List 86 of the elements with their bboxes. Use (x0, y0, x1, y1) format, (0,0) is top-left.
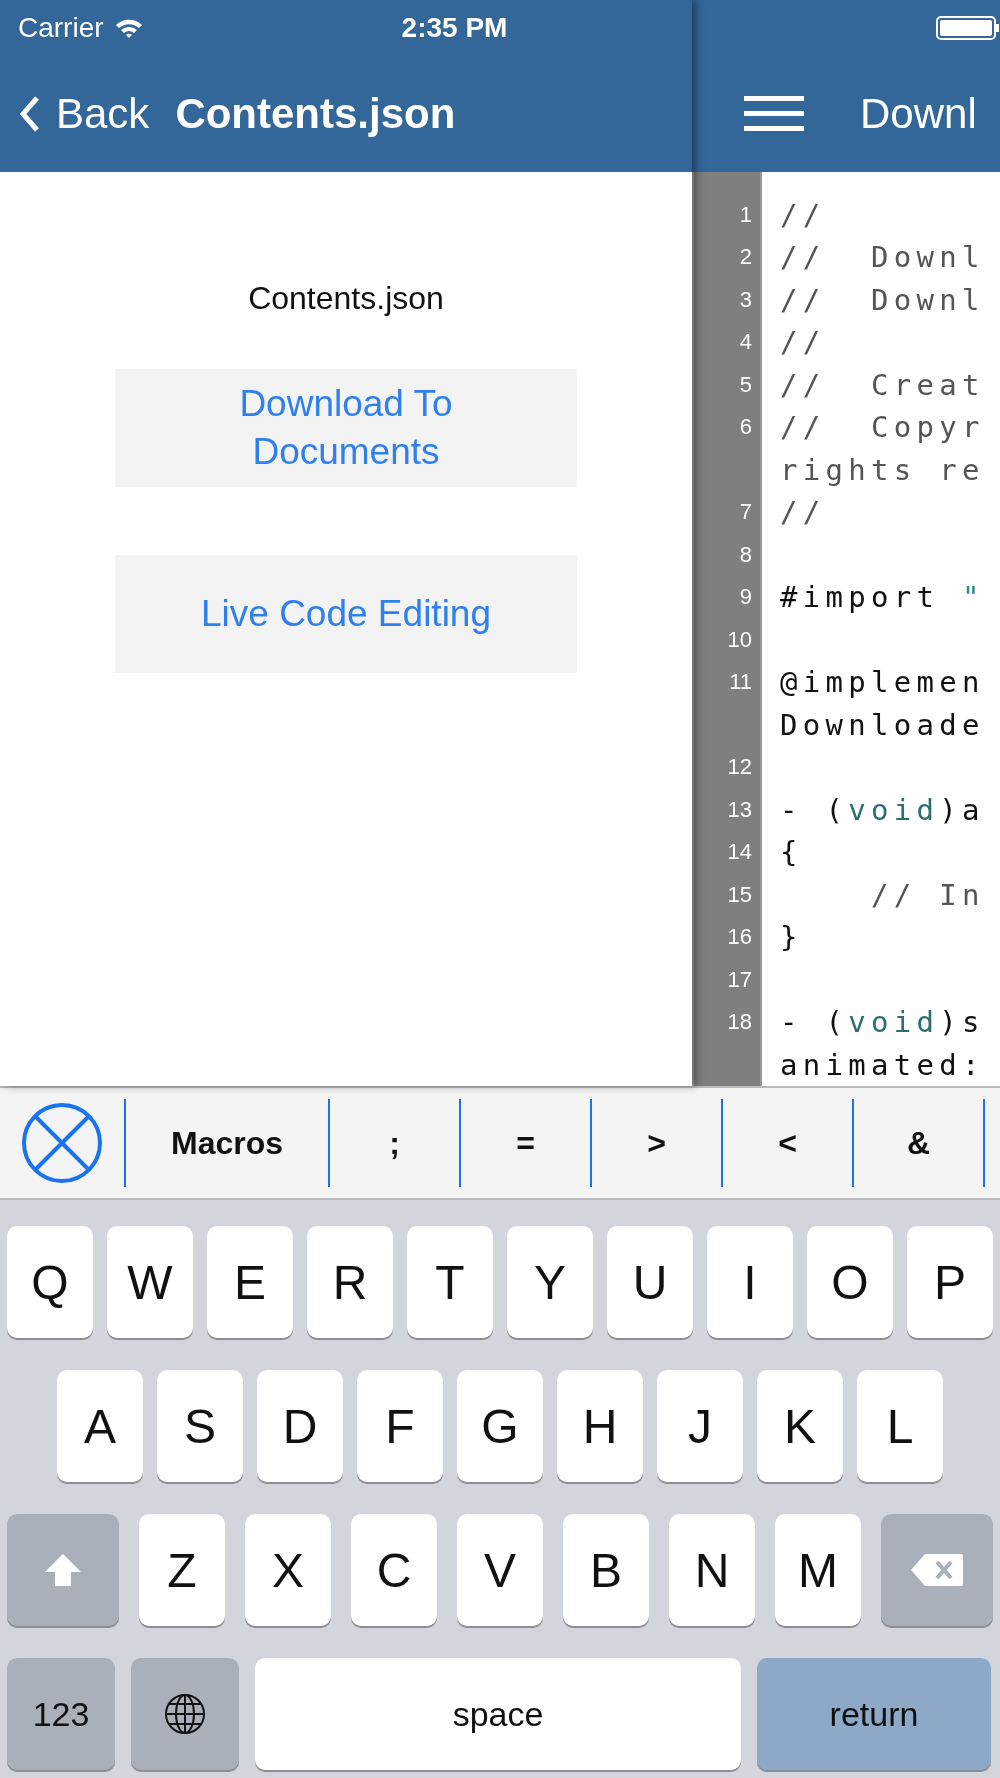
line-number: 18 (726, 1009, 753, 1036)
letter-key[interactable]: I (707, 1226, 793, 1338)
letter-key[interactable]: S (157, 1370, 243, 1482)
code-line: rights re (780, 452, 985, 487)
letter-key[interactable]: G (457, 1370, 543, 1482)
code-line: // Creat (780, 367, 985, 402)
letter-key[interactable]: A (57, 1370, 143, 1482)
letter-key[interactable]: Y (507, 1226, 593, 1338)
letter-key[interactable]: B (563, 1514, 649, 1626)
backspace-icon (909, 1552, 965, 1588)
code-line: animated: (780, 1047, 985, 1082)
line-number: 11 (728, 669, 753, 696)
letter-key[interactable]: R (307, 1226, 393, 1338)
letter-key[interactable]: L (857, 1370, 943, 1482)
code-line: Downloade (780, 707, 985, 742)
code-line: #import " (780, 580, 985, 615)
letter-key[interactable]: T (407, 1226, 493, 1338)
code-line: { (780, 835, 803, 870)
letter-key[interactable]: O (807, 1226, 893, 1338)
macro-key[interactable]: > (592, 1103, 721, 1183)
letter-key[interactable]: D (257, 1370, 343, 1482)
line-number: 12 (726, 754, 753, 781)
line-number: 7 (738, 499, 753, 526)
macro-key[interactable]: < (723, 1103, 852, 1183)
code-line: // Copyr (780, 410, 985, 445)
line-number: 2 (738, 244, 753, 271)
line-number: 17 (726, 966, 753, 993)
line-number: 1 (738, 201, 753, 228)
code-line: // (780, 325, 826, 360)
delete-key[interactable] (881, 1514, 993, 1626)
back-chevron-icon (20, 96, 40, 132)
code-line: // Downl (780, 240, 985, 275)
code-line: // Downl (780, 282, 985, 317)
line-number: 6 (738, 414, 753, 441)
nav-title: Contents.json (175, 90, 456, 138)
letter-key[interactable]: H (557, 1370, 643, 1482)
line-number: 10 (726, 626, 753, 653)
code-line: // (780, 197, 826, 232)
shift-key[interactable] (7, 1514, 119, 1626)
return-key[interactable]: return (757, 1658, 991, 1770)
numbers-key[interactable]: 123 (7, 1658, 115, 1770)
editor-title: Downl (860, 89, 977, 138)
line-number: 14 (726, 839, 753, 866)
macro-key[interactable]: & (854, 1103, 983, 1183)
letter-key[interactable]: V (457, 1514, 543, 1626)
letter-key[interactable]: U (607, 1226, 693, 1338)
code-line: @implemen (780, 665, 985, 700)
macro-key[interactable]: = (461, 1103, 590, 1183)
line-number: 5 (738, 371, 753, 398)
letter-key[interactable]: P (907, 1226, 993, 1338)
letter-key[interactable]: Z (139, 1514, 225, 1626)
line-number: 16 (726, 924, 753, 951)
shift-arrow-icon (43, 1552, 83, 1588)
line-number: 15 (726, 881, 753, 908)
line-number: 3 (738, 286, 753, 313)
letter-key[interactable]: Q (7, 1226, 93, 1338)
battery-icon (936, 16, 1000, 40)
code-line: // (780, 495, 826, 530)
letter-key[interactable]: N (669, 1514, 755, 1626)
line-number: 8 (738, 541, 753, 568)
letter-key[interactable]: F (357, 1370, 443, 1482)
file-name: Contents.json (248, 280, 444, 317)
code-line: // In (870, 877, 985, 912)
globe-icon (163, 1692, 207, 1736)
letter-key[interactable]: J (657, 1370, 743, 1482)
letter-key[interactable]: C (351, 1514, 437, 1626)
letter-key[interactable]: K (757, 1370, 843, 1482)
letter-key[interactable]: W (107, 1226, 193, 1338)
menu-icon[interactable] (744, 93, 804, 134)
code-line: - (void)s (780, 1005, 985, 1040)
letter-key[interactable]: M (775, 1514, 861, 1626)
letter-key[interactable]: X (245, 1514, 331, 1626)
clock-time: 2:35 PM (401, 12, 508, 44)
macro-key[interactable]: Macros (126, 1103, 328, 1183)
back-button[interactable]: Back (20, 90, 150, 138)
line-number: 13 (726, 796, 753, 823)
space-key[interactable]: space (255, 1658, 741, 1770)
code-line: } (780, 920, 803, 955)
line-number: 4 (738, 329, 753, 356)
carrier-label: Carrier (18, 12, 104, 44)
line-number: 9 (738, 584, 753, 611)
code-line: - (void)a (780, 792, 985, 827)
macro-key[interactable]: ; (330, 1103, 459, 1183)
letter-key[interactable]: E (207, 1226, 293, 1338)
close-icon[interactable] (20, 1101, 104, 1185)
globe-key[interactable] (131, 1658, 239, 1770)
